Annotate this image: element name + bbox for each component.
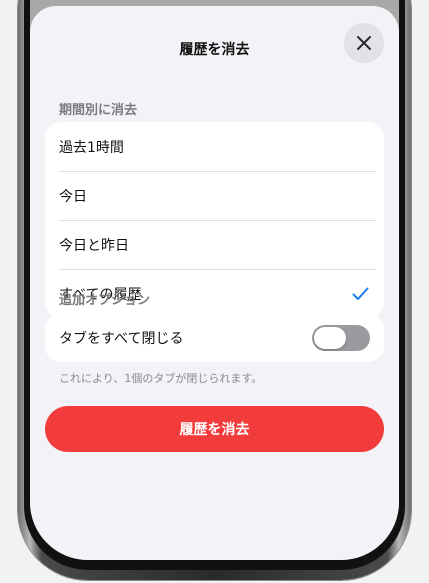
option-label: 過去1時間 [59,139,124,156]
close-icon [357,36,371,50]
close-all-tabs-label: タブをすべて閉じる [59,330,184,347]
clear-history-button[interactable]: 履歴を消去 [45,406,384,452]
time-range-option-last-hour[interactable]: 過去1時間 [45,122,384,171]
time-range-option-today[interactable]: 今日 [45,171,384,220]
additional-options-section-label: 追加オプション [59,293,151,308]
option-label: 今日と昨日 [59,237,129,254]
additional-options-list: タブをすべて閉じる [45,313,384,362]
close-tabs-footnote: これにより、1個のタブが閉じられます。 [59,372,263,385]
clear-history-sheet: 履歴を消去 期間別に消去 過去1時間 今日 今日と昨日 すべての履歴 追加オプシ… [30,6,399,560]
close-button[interactable] [344,23,384,63]
time-range-option-today-yesterday[interactable]: 今日と昨日 [45,220,384,269]
close-all-tabs-toggle[interactable] [312,324,370,351]
option-label: 今日 [59,188,87,205]
time-range-section-label: 期間別に消去 [59,103,138,118]
toggle-knob [314,326,346,349]
checkmark-icon [352,287,369,300]
close-all-tabs-row: タブをすべて閉じる [45,313,384,362]
phone-screen: 履歴を消去 期間別に消去 過去1時間 今日 今日と昨日 すべての履歴 追加オプシ… [30,0,399,560]
